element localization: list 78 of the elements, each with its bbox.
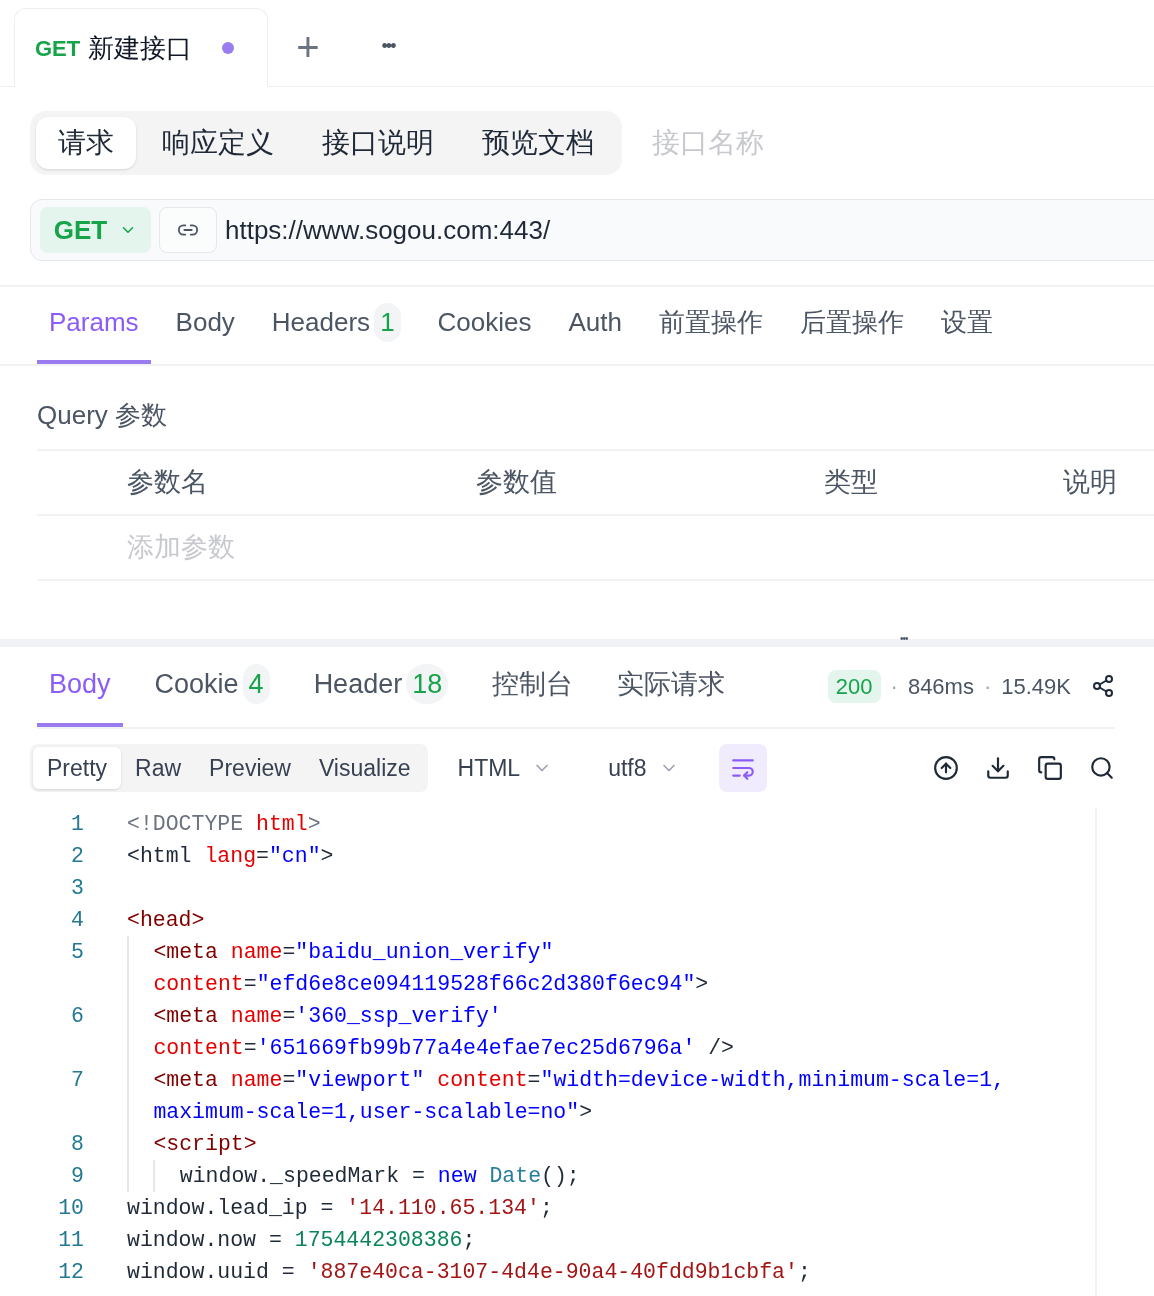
view-tab[interactable]: Raw: [121, 747, 196, 789]
view-tab[interactable]: Preview: [195, 747, 305, 789]
column-header: 说明: [1063, 466, 1117, 500]
request-tab[interactable]: 前置操作: [647, 285, 776, 364]
response-tab[interactable]: Cookie 4: [142, 645, 282, 727]
status-badge: 200: [827, 669, 881, 703]
count-badge: 1: [374, 303, 401, 342]
code-line: content="efd6e8ce094119528f66c2d380f6ec94">: [153, 972, 709, 996]
add-param-field[interactable]: 添加参数: [127, 527, 427, 568]
response-tab[interactable]: 控制台: [480, 645, 586, 727]
mode-tab[interactable]: 预览文档: [460, 117, 616, 169]
name-field[interactable]: 接口名称: [652, 122, 952, 164]
section-title: Query 参数: [37, 399, 168, 432]
count-badge: 18: [406, 663, 449, 705]
request-tab[interactable]: Auth: [556, 285, 635, 364]
response-tab[interactable]: Body: [37, 645, 123, 727]
request-tab[interactable]: 后置操作: [788, 285, 917, 364]
code-line: window.now = 1754442308386;: [127, 1228, 476, 1252]
document-tab[interactable]: GET 新建接口: [14, 8, 268, 87]
line-number: 8: [70, 1131, 84, 1158]
request-tab[interactable]: Params: [37, 285, 151, 364]
upload-icon[interactable]: [933, 755, 959, 781]
code-line: maximum-scale=1,user-scalable=no">: [153, 1100, 593, 1124]
code-line: <meta name='360_ssp_verify': [153, 1004, 502, 1028]
line-number: 2: [70, 843, 84, 870]
encoding-select[interactable]: utf8: [608, 750, 679, 786]
code-line: window.lead_ip = '14.110.65.134';: [127, 1196, 553, 1220]
share-icon[interactable]: [1091, 674, 1115, 698]
search-icon[interactable]: [1089, 755, 1115, 781]
copy-icon[interactable]: [1037, 755, 1063, 781]
separator-dot: ·: [983, 672, 992, 701]
view-tab[interactable]: Pretty: [33, 747, 122, 789]
line-number: 6: [70, 1003, 84, 1030]
column-header: 参数值: [476, 466, 557, 500]
code-line: <script>: [153, 1132, 257, 1156]
line-number: 10: [57, 1195, 84, 1222]
add-tab-button[interactable]: +: [268, 7, 348, 86]
code-line: window._speedMark = new Date();: [179, 1164, 580, 1188]
wrap-toggle[interactable]: [718, 744, 767, 792]
link-button[interactable]: [159, 207, 217, 253]
method-label: GET: [35, 34, 81, 63]
line-number: 3: [70, 875, 84, 902]
column-header: 类型: [824, 466, 878, 500]
url-text: https://www.sogou.com:443/: [225, 213, 551, 247]
download-icon[interactable]: [985, 755, 1011, 781]
request-tab[interactable]: Body: [163, 285, 247, 364]
line-number: 7: [70, 1067, 84, 1094]
line-number: 11: [57, 1227, 84, 1254]
response-tab[interactable]: 实际请求: [605, 645, 738, 727]
code-line: content='651669fb99b77a4e4efae7ec25d6796a' />: [153, 1036, 734, 1060]
mode-tab[interactable]: 请求: [36, 117, 136, 169]
response-tab[interactable]: Header 18: [301, 645, 461, 727]
request-tab[interactable]: Cookies: [425, 285, 544, 364]
format-select[interactable]: HTML: [457, 750, 553, 786]
code-line: <html lang="cn">: [127, 844, 334, 868]
line-number: 5: [70, 939, 84, 966]
more-button[interactable]: •••: [348, 7, 428, 86]
separator-dot: ·: [890, 672, 898, 701]
code-line: <head>: [127, 908, 205, 932]
line-number: 12: [57, 1259, 84, 1286]
column-header: 参数名: [127, 466, 208, 500]
code-line: <meta name="baidu_union_verify": [153, 940, 554, 964]
splitter-bar[interactable]: •••: [0, 639, 1154, 647]
count-badge: 4: [242, 663, 270, 705]
response-time: 846ms: [907, 672, 974, 701]
mode-tab[interactable]: 响应定义: [140, 117, 296, 169]
line-number: 9: [70, 1163, 84, 1190]
line-number: 1: [70, 811, 84, 838]
line-number: 4: [70, 907, 84, 934]
view-tab[interactable]: Visualize: [304, 747, 425, 789]
tab-title: 新建接口: [88, 31, 193, 65]
mode-tab[interactable]: 接口说明: [300, 117, 456, 169]
code-line: <meta name="viewport" content="width=device-width,minimum-scale=1,: [153, 1068, 1005, 1092]
response-size: 15.49K: [1001, 672, 1071, 701]
code-line: <!DOCTYPE html>: [127, 812, 321, 836]
request-tab[interactable]: Headers 1: [259, 285, 413, 364]
code-line: window.uuid = '887e40ca-3107-4d4e-90a4-40fdd9b1cbfa';: [127, 1260, 811, 1284]
request-tab[interactable]: 设置: [929, 285, 1006, 364]
